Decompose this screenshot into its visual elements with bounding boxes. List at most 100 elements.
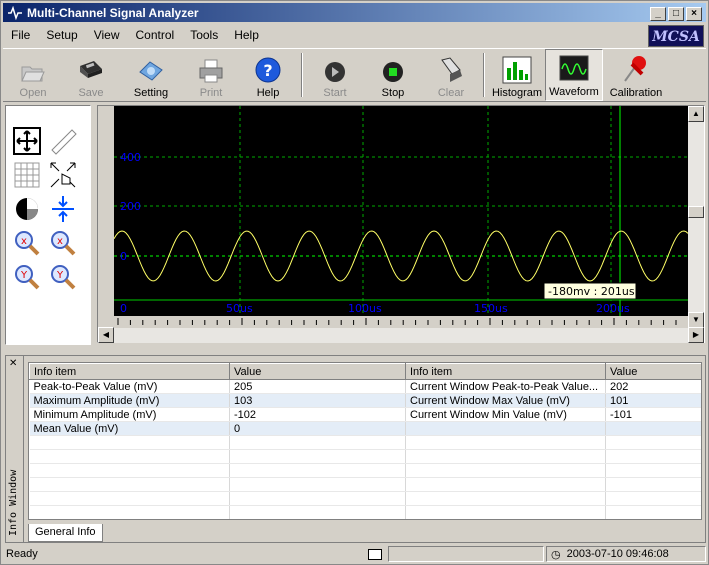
grid-icon[interactable] [12,160,42,190]
y-label-200: 200 [120,200,141,213]
empty-row [29,491,701,506]
tab-general-info[interactable]: General Info [28,524,103,542]
empty-row [29,435,701,450]
mcsa-logo: MCSA [648,25,704,47]
indicator-icon [368,548,382,560]
datetime-panel: ◷ 2003-07-10 09:46:08 [546,546,706,562]
waveform-plot[interactable]: 400 200 0 0 50us 100us 150us 200us -180m… [114,106,688,316]
svg-text:x: x [21,236,27,247]
info-window-label: Info Window [8,469,19,536]
col-header-info-item-2[interactable]: Info item [405,363,606,380]
zoom-in-y-icon[interactable]: Y [48,262,78,292]
table-row[interactable]: Peak-to-Peak Value (mV) 205 Current Window… [29,379,701,394]
x-label-150: 150us [474,302,508,315]
status-datetime: 2003-07-10 09:46:08 [566,548,669,560]
menu-view[interactable]: View [86,28,128,42]
clear-button[interactable]: Clear [423,49,479,101]
setting-button[interactable]: Setting [119,49,183,101]
setting-icon [139,61,163,81]
svg-text:?: ? [263,61,272,80]
plot-horizontal-scrollbar[interactable]: ◀ ▶ [98,327,704,343]
scroll-down-button[interactable]: ▼ [688,312,704,328]
scroll-up-button[interactable]: ▲ [688,106,704,122]
info-window: ✕ Info Window Info item Value Info item … [5,355,706,543]
menu-file[interactable]: File [3,28,38,42]
cursor-readout: -180mv : 201us [548,285,635,298]
histogram-icon [502,56,532,84]
app-icon [8,5,22,20]
main-window: Multi-Channel Signal Analyzer _ □ × File… [0,0,709,565]
start-button[interactable]: Start [307,49,363,101]
toolbar-separator-2 [483,53,485,97]
minimize-button[interactable]: _ [650,7,666,21]
svg-text:x: x [57,236,63,247]
x-label-0: 0 [120,302,127,315]
zoom-out-y-icon[interactable]: Y [12,262,42,292]
menu-bar: File Setup View Control Tools Help [3,25,706,45]
pushpin-icon [624,56,646,82]
x-label-200: 200us [596,302,630,315]
ruler-icon[interactable] [48,126,78,156]
toolbar: Open Save Setting Print ? Help Start Sto… [3,48,706,102]
col-header-value[interactable]: Value [229,363,406,380]
scroll-right-button[interactable]: ▶ [688,327,704,343]
close-button[interactable]: × [686,7,702,21]
status-bar: Ready ◷ 2003-07-10 09:46:08 [3,545,706,563]
empty-row [29,463,701,478]
menu-help[interactable]: Help [226,28,267,42]
eraser-icon [441,57,462,82]
progress-panel [388,546,544,562]
svg-text:Y: Y [20,270,28,281]
zoom-fit-icon[interactable] [48,160,78,190]
help-icon: ? [255,57,281,83]
zoom-in-x-icon[interactable]: x [48,228,78,258]
ruler-ticks [117,318,677,325]
info-window-sidebar: ✕ Info Window [6,356,24,542]
maximize-button[interactable]: □ [668,7,684,21]
waveform-icon [559,55,589,81]
start-icon [325,62,345,82]
scroll-thumb[interactable] [688,206,704,218]
table-row[interactable]: Mean Value (mV) 0 [29,421,701,436]
svg-text:Y: Y [56,270,64,281]
stop-button[interactable]: Stop [363,49,423,101]
menu-tools[interactable]: Tools [182,28,226,42]
waveform-canvas: 400 200 0 0 50us 100us 150us 200us -180m… [114,106,688,316]
move-icon[interactable] [12,126,42,156]
info-table: Info item Value Info item Value Peak-to-… [28,362,702,520]
title-bar: Multi-Channel Signal Analyzer _ □ × [3,3,706,22]
stop-icon [383,62,403,82]
menu-control[interactable]: Control [128,28,183,42]
empty-row [29,477,701,492]
toolbar-separator [301,53,303,97]
status-text: Ready [6,548,38,560]
printer-icon [199,59,223,83]
menu-setup[interactable]: Setup [38,28,85,42]
scroll-left-button[interactable]: ◀ [98,327,114,343]
clock-icon: ◷ [551,548,561,561]
table-row[interactable]: Maximum Amplitude (mV) 103 Current Window … [29,393,701,408]
close-icon[interactable]: ✕ [9,358,17,369]
color-wheel-icon[interactable] [12,194,42,224]
save-button[interactable]: Save [63,49,119,101]
empty-row [29,449,701,464]
open-button[interactable]: Open [3,49,63,101]
y-label-400: 400 [120,151,141,164]
vertical-compress-icon[interactable] [48,194,78,224]
waveform-button[interactable]: Waveform [545,49,603,101]
col-header-info-item[interactable]: Info item [29,363,230,380]
calibration-button[interactable]: Calibration [603,49,669,101]
waveform-scope: 400 200 0 0 50us 100us 150us 200us -180m… [97,105,705,343]
disk-icon [80,61,102,78]
histogram-button[interactable]: Histogram [489,49,545,101]
y-label-0: 0 [120,250,127,263]
print-button[interactable]: Print [183,49,239,101]
help-button[interactable]: ? Help [239,49,297,101]
x-label-100: 100us [348,302,382,315]
plot-vertical-scrollbar[interactable]: ▲ ▼ [688,106,704,328]
x-label-50: 50us [226,302,253,315]
folder-open-icon [21,66,45,82]
table-row[interactable]: Minimum Amplitude (mV) -102 Current Window… [29,407,701,422]
zoom-out-x-icon[interactable]: x [12,228,42,258]
col-header-value-2[interactable]: Value [605,363,701,380]
